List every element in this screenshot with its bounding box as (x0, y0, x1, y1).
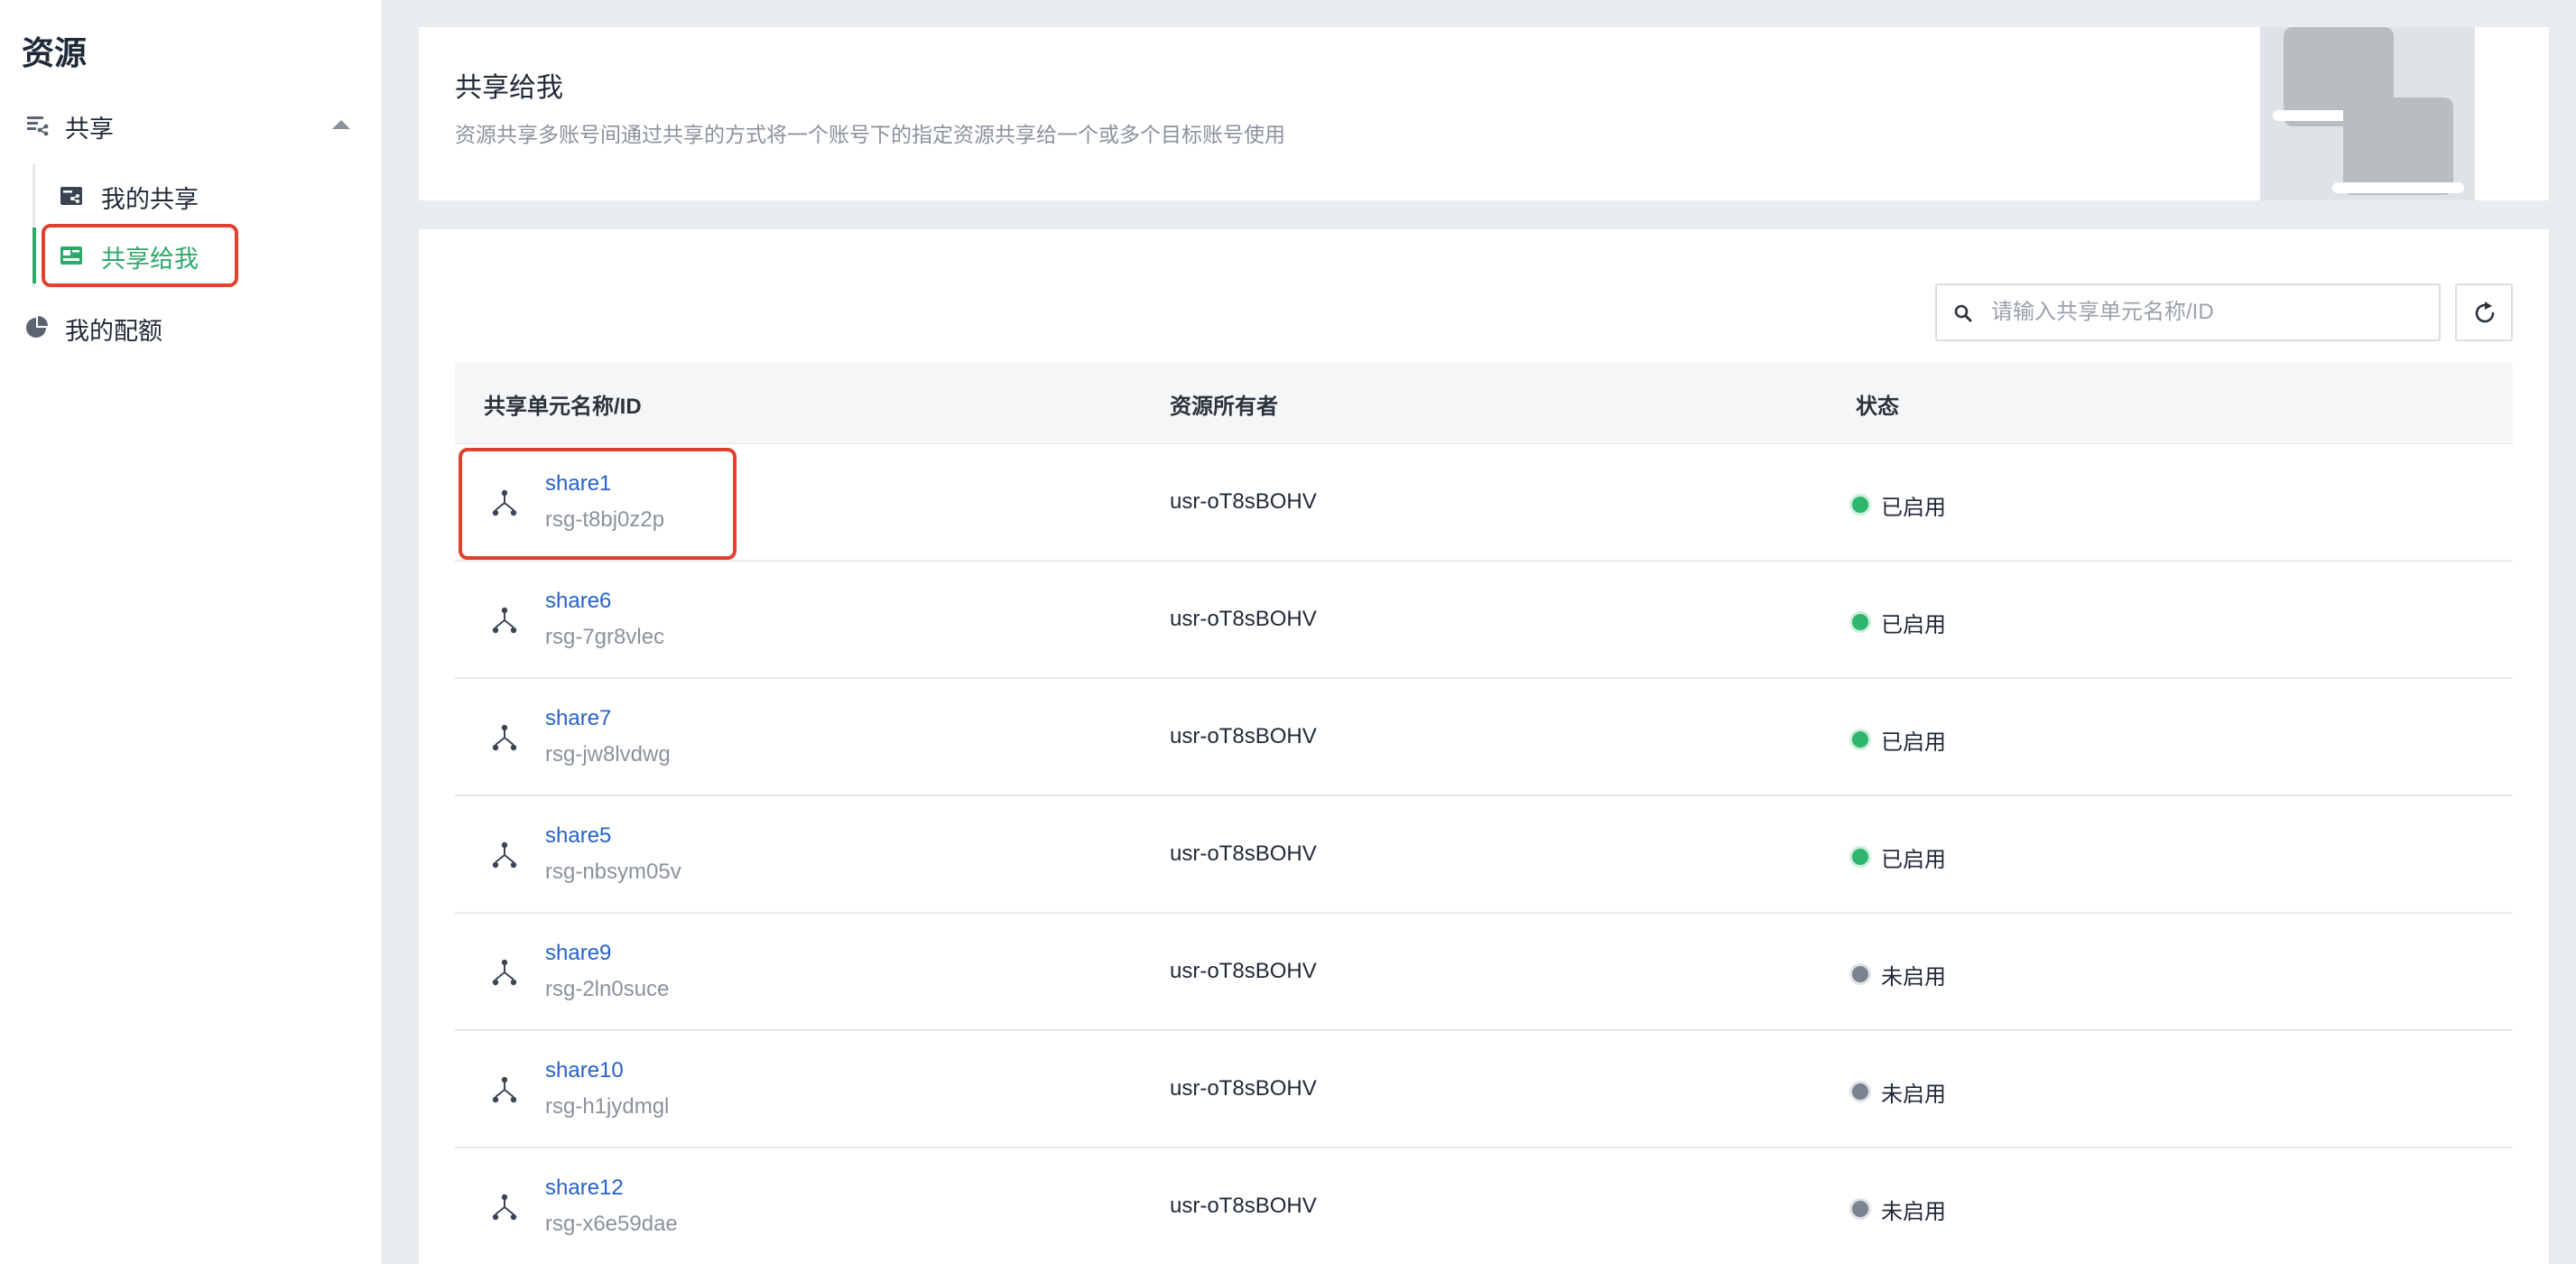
sidebar-item-quota[interactable]: 我的配额 (0, 303, 383, 350)
shared-to-me-icon (60, 246, 82, 265)
status-text: 已启用 (1881, 730, 1946, 755)
column-header-name: 共享单元名称/ID (484, 395, 642, 419)
submenu-active-indicator (32, 228, 36, 283)
sidebar-item-label: 我的配额 (65, 318, 162, 345)
page-header: 共享给我 资源共享多账号间通过共享的方式将一个账号下的指定资源共享给一个或多个目… (419, 27, 2549, 200)
column-header-owner: 资源所有者 (1170, 395, 1278, 419)
share-id: rsg-t8bj0z2p (545, 507, 665, 532)
table-row[interactable]: share1 rsg-t8bj0z2p usr-oT8sBOHV 已启用 (455, 444, 2513, 562)
share-id: rsg-7gr8vlec (545, 625, 665, 649)
share-id: rsg-nbsym05v (545, 860, 681, 884)
status-indicator (1852, 497, 1868, 513)
share-table: 共享单元名称/ID 资源所有者 状态 share1 rsg-t8bj0z2p usr… (455, 363, 2513, 1264)
table-row[interactable]: share12 rsg-x6e59dae usr-oT8sBOHV 未启用 (455, 1148, 2513, 1264)
share-name-link[interactable]: share6 (545, 589, 611, 614)
share-id: rsg-x6e59dae (545, 1212, 678, 1236)
refresh-icon (2475, 302, 2495, 323)
share-unit-icon (492, 1076, 517, 1103)
status-text: 未启用 (1881, 1083, 1946, 1107)
share-name-link[interactable]: share7 (545, 706, 611, 731)
nav-group-label: 共享 (65, 116, 114, 143)
share-unit-icon (492, 489, 517, 516)
my-share-icon (60, 187, 82, 205)
share-unit-icon (492, 724, 517, 751)
share-name-link[interactable]: share9 (545, 941, 611, 966)
status-text: 未启用 (1881, 1200, 1946, 1224)
table-row[interactable]: share5 rsg-nbsym05v usr-oT8sBOHV 已启用 (455, 796, 2513, 914)
status-text: 未启用 (1881, 965, 1946, 990)
sidebar-title: 资源 (22, 34, 88, 71)
share-unit-icon (492, 959, 517, 986)
page-title: 共享给我 (455, 73, 563, 103)
resource-owner: usr-oT8sBOHV (1170, 1076, 1317, 1101)
share-icon (27, 116, 49, 136)
sidebar-item-my-share[interactable]: 我的共享 (45, 172, 370, 218)
share-name-link[interactable]: share5 (545, 823, 611, 849)
status-indicator (1852, 1201, 1868, 1217)
status-indicator (1852, 966, 1868, 982)
nav-group-share[interactable]: 共享 (0, 101, 383, 148)
table-row[interactable]: share6 rsg-7gr8vlec usr-oT8sBOHV 已启用 (455, 562, 2513, 679)
share-id: rsg-h1jydmgl (545, 1094, 670, 1119)
pie-chart-icon (26, 316, 48, 338)
search-input[interactable] (1991, 287, 2424, 338)
sidebar-item-label: 共享给我 (101, 246, 199, 273)
share-unit-icon (492, 607, 517, 634)
share-name-link[interactable]: share12 (545, 1176, 624, 1201)
share-list-panel: 共享单元名称/ID 资源所有者 状态 share1 rsg-t8bj0z2p usr… (419, 229, 2549, 1264)
share-unit-icon (492, 841, 517, 869)
sidebar-item-shared-to-me[interactable]: 共享给我 (45, 231, 370, 278)
column-header-status: 状态 (1856, 395, 1899, 419)
table-body: share1 rsg-t8bj0z2p usr-oT8sBOHV 已启用 share6 r… (455, 444, 2513, 1264)
table-row[interactable]: share7 rsg-jw8lvdwg usr-oT8sBOHV 已启用 (455, 679, 2513, 796)
status-text: 已启用 (1881, 848, 1946, 872)
resource-owner: usr-oT8sBOHV (1170, 489, 1317, 514)
share-unit-icon (492, 1194, 517, 1221)
header-illustration (2260, 27, 2475, 200)
resource-owner: usr-oT8sBOHV (1170, 724, 1317, 748)
refresh-button[interactable] (2455, 283, 2513, 341)
sidebar: 资源 共享 我的共享 共享给我 我的配额 (0, 0, 383, 1264)
resource-owner: usr-oT8sBOHV (1170, 607, 1317, 631)
table-row[interactable]: share10 rsg-h1jydmgl usr-oT8sBOHV 未启用 (455, 1031, 2513, 1148)
share-name-link[interactable]: share10 (545, 1058, 624, 1083)
resource-owner: usr-oT8sBOHV (1170, 841, 1317, 866)
share-id: rsg-2ln0suce (545, 977, 670, 1001)
table-row[interactable]: share9 rsg-2ln0suce usr-oT8sBOHV 未启用 (455, 914, 2513, 1031)
sidebar-item-label: 我的共享 (101, 186, 199, 213)
search-icon (1954, 304, 1972, 322)
status-indicator (1852, 849, 1868, 865)
status-text: 已启用 (1881, 496, 1946, 520)
search-box (1935, 283, 2441, 341)
status-text: 已启用 (1881, 613, 1946, 637)
share-id: rsg-jw8lvdwg (545, 742, 671, 767)
page-description: 资源共享多账号间通过共享的方式将一个账号下的指定资源共享给一个或多个目标账号使用 (455, 123, 1285, 146)
share-name-link[interactable]: share1 (545, 471, 611, 497)
status-indicator (1852, 614, 1868, 630)
table-header: 共享单元名称/ID 资源所有者 状态 (455, 363, 2513, 444)
resource-owner: usr-oT8sBOHV (1170, 1194, 1317, 1218)
status-indicator (1852, 1083, 1868, 1100)
resource-owner: usr-oT8sBOHV (1170, 959, 1317, 983)
chevron-up-icon[interactable] (330, 117, 352, 132)
status-indicator (1852, 731, 1868, 748)
